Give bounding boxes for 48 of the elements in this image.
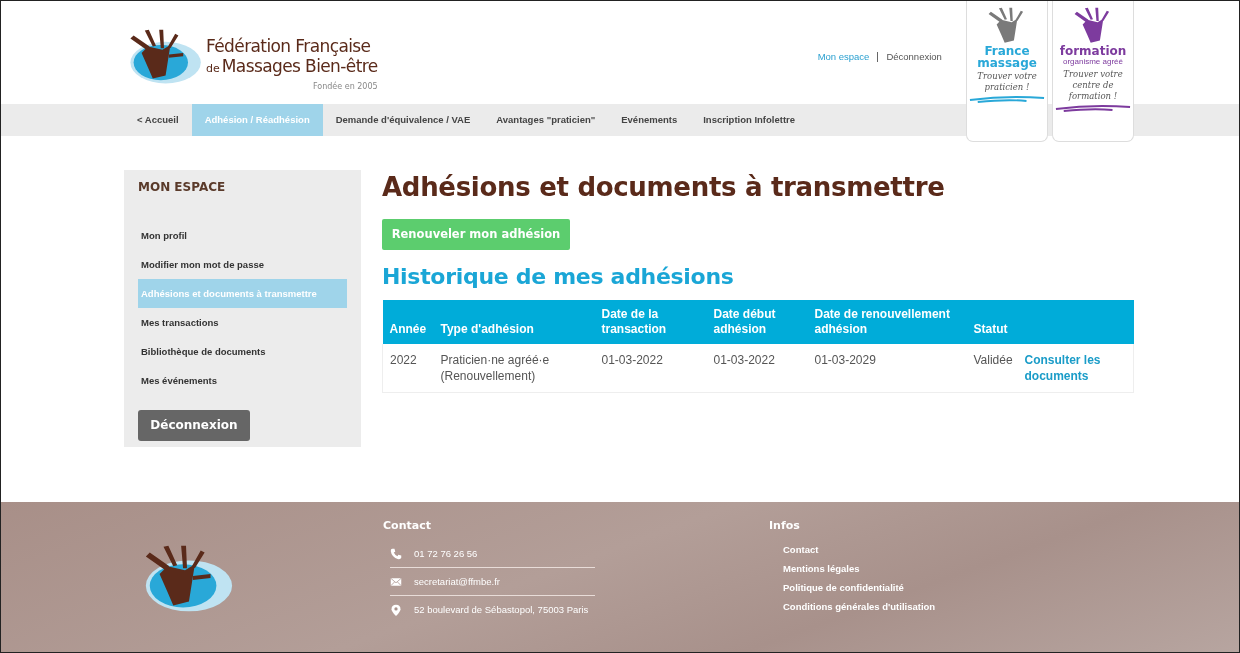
promo-card[interactable]: formation organisme agréé Trouver votre centre de formation ! (1052, 1, 1134, 142)
table-cell: 01-03-2022 (706, 343, 808, 393)
contact-text: 52 boulevard de Sébastopol, 75003 Paris (414, 604, 589, 616)
table-cell: 01-03-2029 (807, 343, 967, 393)
table-cell: Praticien·ne agréé·e (Renouvellement) (433, 343, 595, 393)
promo-card[interactable]: France massage Trouver votre praticien ! (966, 1, 1048, 142)
card-title: formation (1059, 45, 1127, 57)
column-header: Année (382, 299, 434, 344)
table-cell: 01-03-2022 (594, 343, 707, 393)
nav-tab[interactable]: Evénements (608, 103, 691, 136)
logo-name: Massages Bien-être (221, 56, 378, 76)
card-title: France massage (977, 45, 1037, 69)
page-title: Adhésions et documents à transmettre (382, 171, 946, 202)
nav-tab[interactable]: Inscription Infolettre (690, 103, 809, 136)
logo-tagline: Fondée en 2005 (313, 82, 378, 91)
footer-heading: Contact (383, 519, 432, 533)
contact-text: secretariat@ffmbe.fr (414, 576, 501, 588)
sidebar-item[interactable]: Mes événements (138, 365, 347, 395)
table-cell: 2022 (382, 343, 434, 393)
column-header: Type d'adhésion (433, 299, 595, 344)
contact-text: 01 72 76 26 56 (414, 548, 478, 560)
card-slogan: Trouver votre centre de formation ! (1062, 69, 1124, 102)
sidebar-item[interactable]: Bibliothèque de documents (138, 336, 347, 366)
nav-tab[interactable]: Avantages "praticien" (483, 103, 609, 136)
scribble-icon (1054, 104, 1132, 112)
footer-heading: Infos (769, 519, 801, 533)
user-link[interactable]: Déconnexion (886, 51, 942, 62)
nav-tab[interactable]: Demande d'équivalence / VAE (322, 103, 484, 136)
sidebar-item[interactable]: Modifier mon mot de passe (138, 249, 347, 279)
nav-tab[interactable]: < Accueil (124, 103, 192, 136)
column-header: Date de la transaction (594, 299, 707, 344)
envelope-icon (390, 575, 402, 588)
column-header: Statut (966, 299, 1018, 344)
card-slogan: Trouver votre praticien ! (976, 71, 1038, 93)
column-header: Date de renouvellement adhésion (807, 299, 967, 344)
scribble-icon (968, 95, 1046, 103)
phone-icon (390, 547, 402, 560)
sidebar-item[interactable]: Mes transactions (138, 307, 347, 337)
logout-button[interactable]: Déconnexion (138, 409, 250, 441)
table-cell: Validée (966, 343, 1018, 393)
logo-name: Fédération Française (206, 36, 372, 56)
sidebar-title: MON ESPACE (138, 179, 227, 194)
column-header: Date début adhésion (706, 299, 808, 344)
logo-name: de (206, 62, 220, 75)
map-pin-icon (390, 603, 402, 616)
section-title: Historique de mes adhésions (382, 263, 735, 289)
sidebar-item[interactable]: Mon profil (138, 220, 347, 250)
card-subtitle: organisme agréé (1062, 57, 1123, 67)
